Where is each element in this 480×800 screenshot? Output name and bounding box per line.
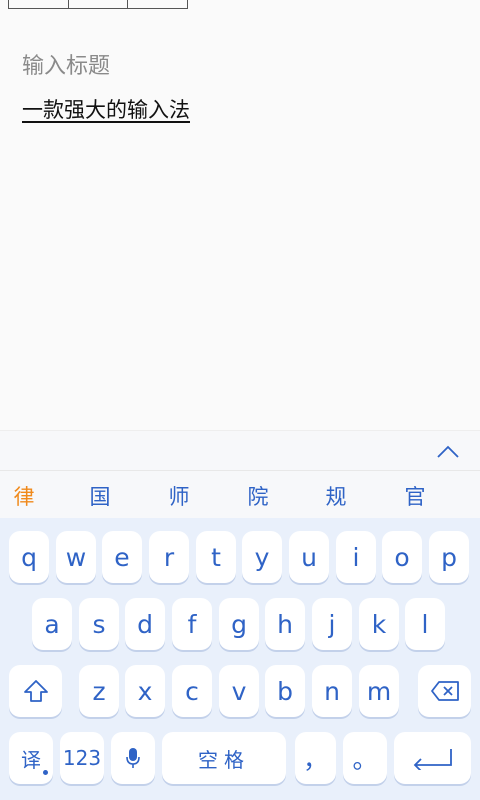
key-r[interactable]: r	[149, 531, 189, 583]
table-cell	[67, 0, 128, 8]
translate-label: 译	[21, 747, 41, 772]
key-h[interactable]: h	[265, 598, 305, 650]
comma-key[interactable]: ，	[295, 732, 336, 784]
body-text[interactable]: 一款强大的输入法	[22, 94, 190, 124]
key-i[interactable]: i	[336, 531, 376, 583]
backspace-key[interactable]	[418, 665, 471, 717]
table-cell	[9, 0, 68, 8]
shift-icon	[23, 679, 49, 703]
backspace-icon	[430, 680, 460, 702]
chevron-up-icon[interactable]	[436, 443, 460, 461]
key-n[interactable]: n	[312, 665, 352, 717]
key-q[interactable]: q	[9, 531, 49, 583]
key-w[interactable]: w	[56, 531, 96, 583]
key-k[interactable]: k	[359, 598, 399, 650]
microphone-key[interactable]	[111, 732, 155, 784]
key-u[interactable]: u	[289, 531, 329, 583]
key-z[interactable]: z	[79, 665, 119, 717]
keyboard: q w e r t y u i o p a s d f g h j k l z …	[0, 518, 480, 800]
translate-key[interactable]: 译	[9, 732, 53, 784]
candidate-bar: 律 国 师 院 规 官	[0, 470, 480, 518]
key-p[interactable]: p	[429, 531, 469, 583]
candidate-item[interactable]: 国	[80, 481, 120, 511]
space-key[interactable]: 空格	[162, 732, 286, 784]
key-m[interactable]: m	[359, 665, 399, 717]
microphone-icon	[125, 747, 141, 769]
key-a[interactable]: a	[32, 598, 72, 650]
key-v[interactable]: v	[219, 665, 259, 717]
key-c[interactable]: c	[172, 665, 212, 717]
key-o[interactable]: o	[382, 531, 422, 583]
shift-key[interactable]	[9, 665, 62, 717]
numbers-key[interactable]: 123	[60, 732, 104, 784]
table-cell	[127, 0, 187, 8]
title-input[interactable]: 输入标题	[22, 48, 110, 80]
key-t[interactable]: t	[196, 531, 236, 583]
dot-indicator	[43, 770, 48, 775]
candidate-item[interactable]: 院	[238, 481, 278, 511]
candidate-item[interactable]: 规	[316, 481, 356, 511]
candidate-item[interactable]: 律	[4, 481, 44, 511]
table-fragment	[8, 0, 188, 9]
key-b[interactable]: b	[265, 665, 305, 717]
enter-icon	[411, 746, 455, 770]
period-key[interactable]: 。	[343, 732, 387, 784]
key-s[interactable]: s	[79, 598, 119, 650]
key-y[interactable]: y	[242, 531, 282, 583]
candidate-item[interactable]: 官	[395, 481, 435, 511]
key-l[interactable]: l	[405, 598, 445, 650]
keyboard-toolbar	[0, 430, 480, 470]
candidate-item[interactable]: 师	[159, 481, 199, 511]
key-e[interactable]: e	[102, 531, 142, 583]
key-j[interactable]: j	[312, 598, 352, 650]
enter-key[interactable]	[394, 732, 471, 784]
key-f[interactable]: f	[172, 598, 212, 650]
key-x[interactable]: x	[125, 665, 165, 717]
key-d[interactable]: d	[125, 598, 165, 650]
key-g[interactable]: g	[219, 598, 259, 650]
